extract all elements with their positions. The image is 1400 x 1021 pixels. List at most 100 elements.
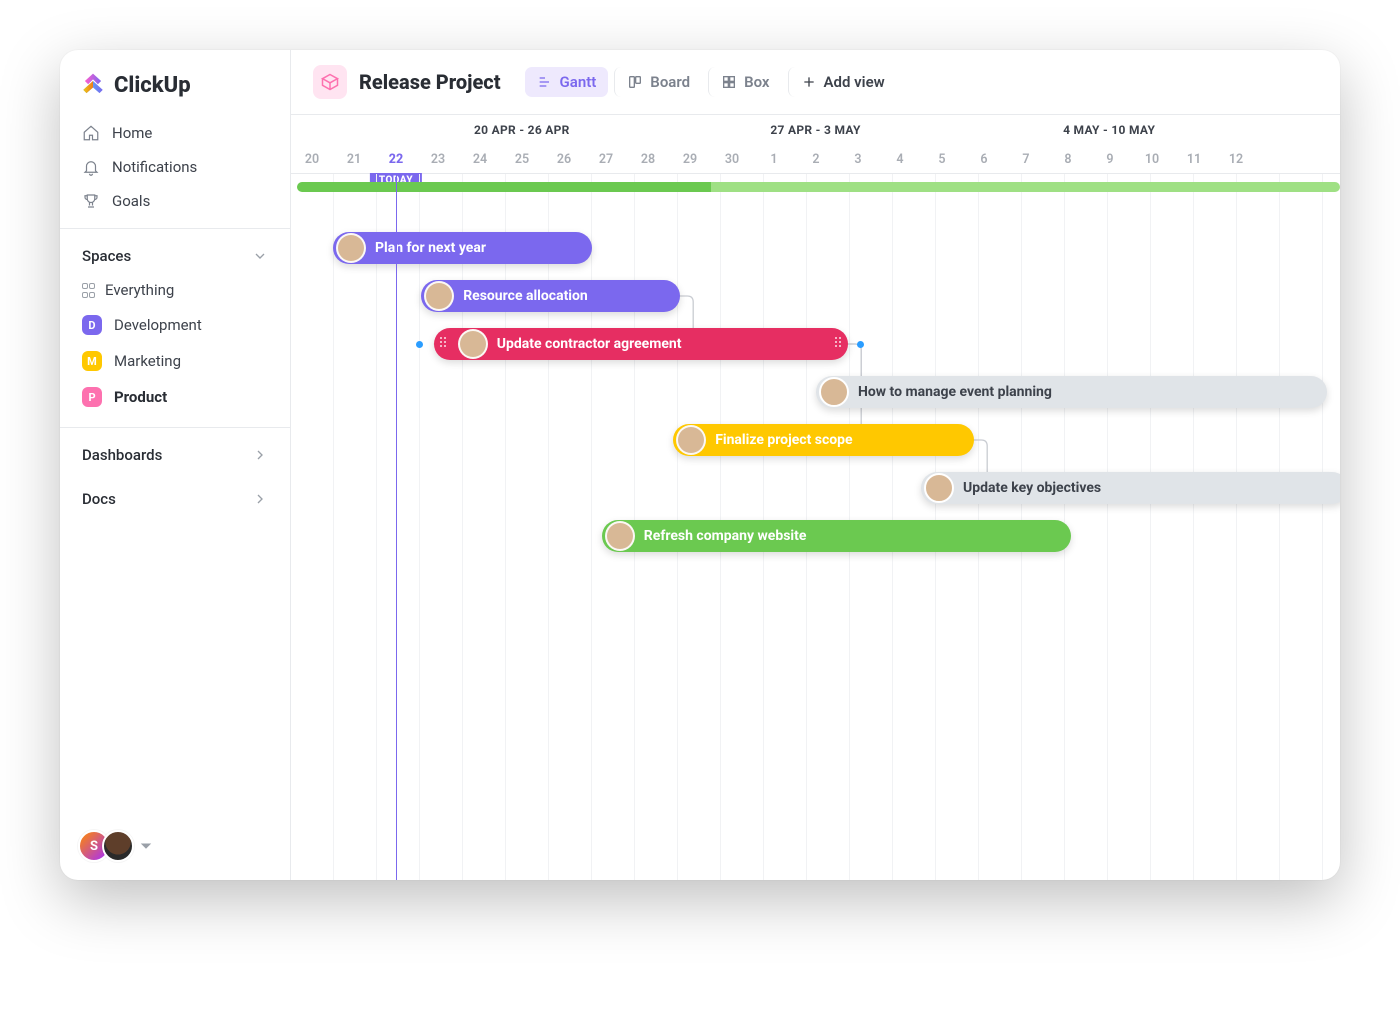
grid-dots-icon <box>82 283 93 298</box>
task-bar[interactable]: Finalize project scope <box>673 424 974 456</box>
trophy-icon <box>82 192 100 210</box>
topbar: Release Project Gantt Board Box Add vie <box>291 50 1340 115</box>
chevron-down-icon <box>252 248 268 264</box>
day-cell: 22 <box>375 145 417 173</box>
day-cell: 27 <box>585 145 627 173</box>
assignee-avatar <box>424 281 454 311</box>
day-cell: 12 <box>1215 145 1257 173</box>
task-label: Finalize project scope <box>715 432 852 448</box>
day-cell: 5 <box>921 145 963 173</box>
brand[interactable]: ClickUp <box>60 50 290 112</box>
gantt-icon <box>537 74 553 90</box>
day-cell: 6 <box>963 145 1005 173</box>
dashboards-label: Dashboards <box>82 446 162 464</box>
box-view-icon <box>721 74 737 90</box>
primary-nav: Home Notifications Goals <box>60 112 290 228</box>
space-badge-p: P <box>82 387 102 407</box>
assignee-avatar <box>819 377 849 407</box>
tab-box-label: Box <box>744 73 769 91</box>
tab-board-label: Board <box>650 73 690 91</box>
dashboards-section: Dashboards <box>60 427 290 484</box>
day-row: 2021222324252627282930123456789101112TOD… <box>291 145 1340 173</box>
nav-notifications-label: Notifications <box>112 158 197 176</box>
app-window: ClickUp Home Notifications Goals Spaces <box>60 50 1340 880</box>
docs-label: Docs <box>82 490 116 508</box>
nav-notifications[interactable]: Notifications <box>66 150 284 184</box>
day-cell: 8 <box>1047 145 1089 173</box>
space-product-label: Product <box>114 388 167 406</box>
avatar-stack: S <box>78 830 134 862</box>
drag-handle-icon[interactable] <box>440 337 446 351</box>
task-bar[interactable]: Plan for next year <box>333 232 592 264</box>
space-development[interactable]: D Development <box>60 307 290 343</box>
day-cell: 1 <box>753 145 795 173</box>
day-cell: 25 <box>501 145 543 173</box>
assignee-avatar <box>605 521 635 551</box>
add-view-button[interactable]: Add view <box>788 67 897 97</box>
day-cell: 3 <box>837 145 879 173</box>
home-icon <box>82 124 100 142</box>
task-label: Refresh company website <box>644 528 807 544</box>
assignee-avatar <box>924 473 954 503</box>
task-bar[interactable]: Update key objectives <box>921 472 1340 504</box>
main-area: Release Project Gantt Board Box Add vie <box>291 50 1340 880</box>
timeline-header: 20 APR - 26 APR 27 APR - 3 MAY 4 MAY - 1… <box>291 115 1340 174</box>
day-cell: 10 <box>1131 145 1173 173</box>
day-cell: 7 <box>1005 145 1047 173</box>
spaces-section: Spaces Everything D Development M Market… <box>60 228 290 427</box>
day-cell: 2 <box>795 145 837 173</box>
task-label: Update contractor agreement <box>497 336 682 352</box>
drag-handle-icon[interactable] <box>835 337 841 351</box>
gantt-chart[interactable]: Plan for next year Resource allocation Upd… <box>291 174 1340 880</box>
project-header[interactable]: Release Project <box>313 65 501 99</box>
task-bar[interactable]: Refresh company website <box>602 520 1071 552</box>
day-cell: 9 <box>1089 145 1131 173</box>
caret-down-icon <box>140 840 152 852</box>
tab-gantt[interactable]: Gantt <box>525 67 609 97</box>
board-icon <box>627 74 643 90</box>
chevron-right-icon <box>252 491 268 507</box>
brand-name: ClickUp <box>114 73 191 98</box>
day-cell: 4 <box>879 145 921 173</box>
day-cell: 23 <box>417 145 459 173</box>
spaces-everything-label: Everything <box>105 281 174 299</box>
tab-gantt-label: Gantt <box>560 73 597 91</box>
today-line <box>396 174 397 880</box>
week-label: 20 APR - 26 APR <box>375 123 669 137</box>
assignee-avatar <box>458 329 488 359</box>
task-bar[interactable]: Update contractor agreement <box>434 328 848 360</box>
dashboards-row[interactable]: Dashboards <box>60 440 290 472</box>
milestone-dot <box>416 341 423 348</box>
space-development-label: Development <box>114 316 202 334</box>
assignee-avatar <box>336 233 366 263</box>
spaces-header[interactable]: Spaces <box>60 241 290 273</box>
bell-icon <box>82 158 100 176</box>
view-tabs: Gantt Board Box Add view <box>525 67 897 97</box>
docs-row[interactable]: Docs <box>60 484 290 516</box>
box-icon <box>313 65 347 99</box>
task-bar[interactable]: Resource allocation <box>421 280 680 312</box>
day-cell: 29 <box>669 145 711 173</box>
space-marketing[interactable]: M Marketing <box>60 343 290 379</box>
task-bar[interactable]: How to manage event planning <box>816 376 1327 408</box>
spaces-everything[interactable]: Everything <box>60 273 290 307</box>
space-badge-d: D <box>82 315 102 335</box>
space-product[interactable]: P Product <box>60 379 290 415</box>
docs-section: Docs <box>60 484 290 528</box>
day-cell: 21 <box>333 145 375 173</box>
sidebar-footer[interactable]: S <box>60 812 290 880</box>
nav-goals[interactable]: Goals <box>66 184 284 218</box>
nav-goals-label: Goals <box>112 192 150 210</box>
day-cell: 30 <box>711 145 753 173</box>
sidebar: ClickUp Home Notifications Goals Spaces <box>60 50 291 880</box>
tab-board[interactable]: Board <box>614 67 702 97</box>
tab-box[interactable]: Box <box>708 67 781 97</box>
assignee-avatar <box>676 425 706 455</box>
week-label: 27 APR - 3 MAY <box>669 123 963 137</box>
task-label: Update key objectives <box>963 480 1101 496</box>
day-cell: 28 <box>627 145 669 173</box>
nav-home[interactable]: Home <box>66 116 284 150</box>
nav-home-label: Home <box>112 124 152 142</box>
clickup-logo-icon <box>80 72 106 98</box>
spaces-title: Spaces <box>82 247 131 265</box>
